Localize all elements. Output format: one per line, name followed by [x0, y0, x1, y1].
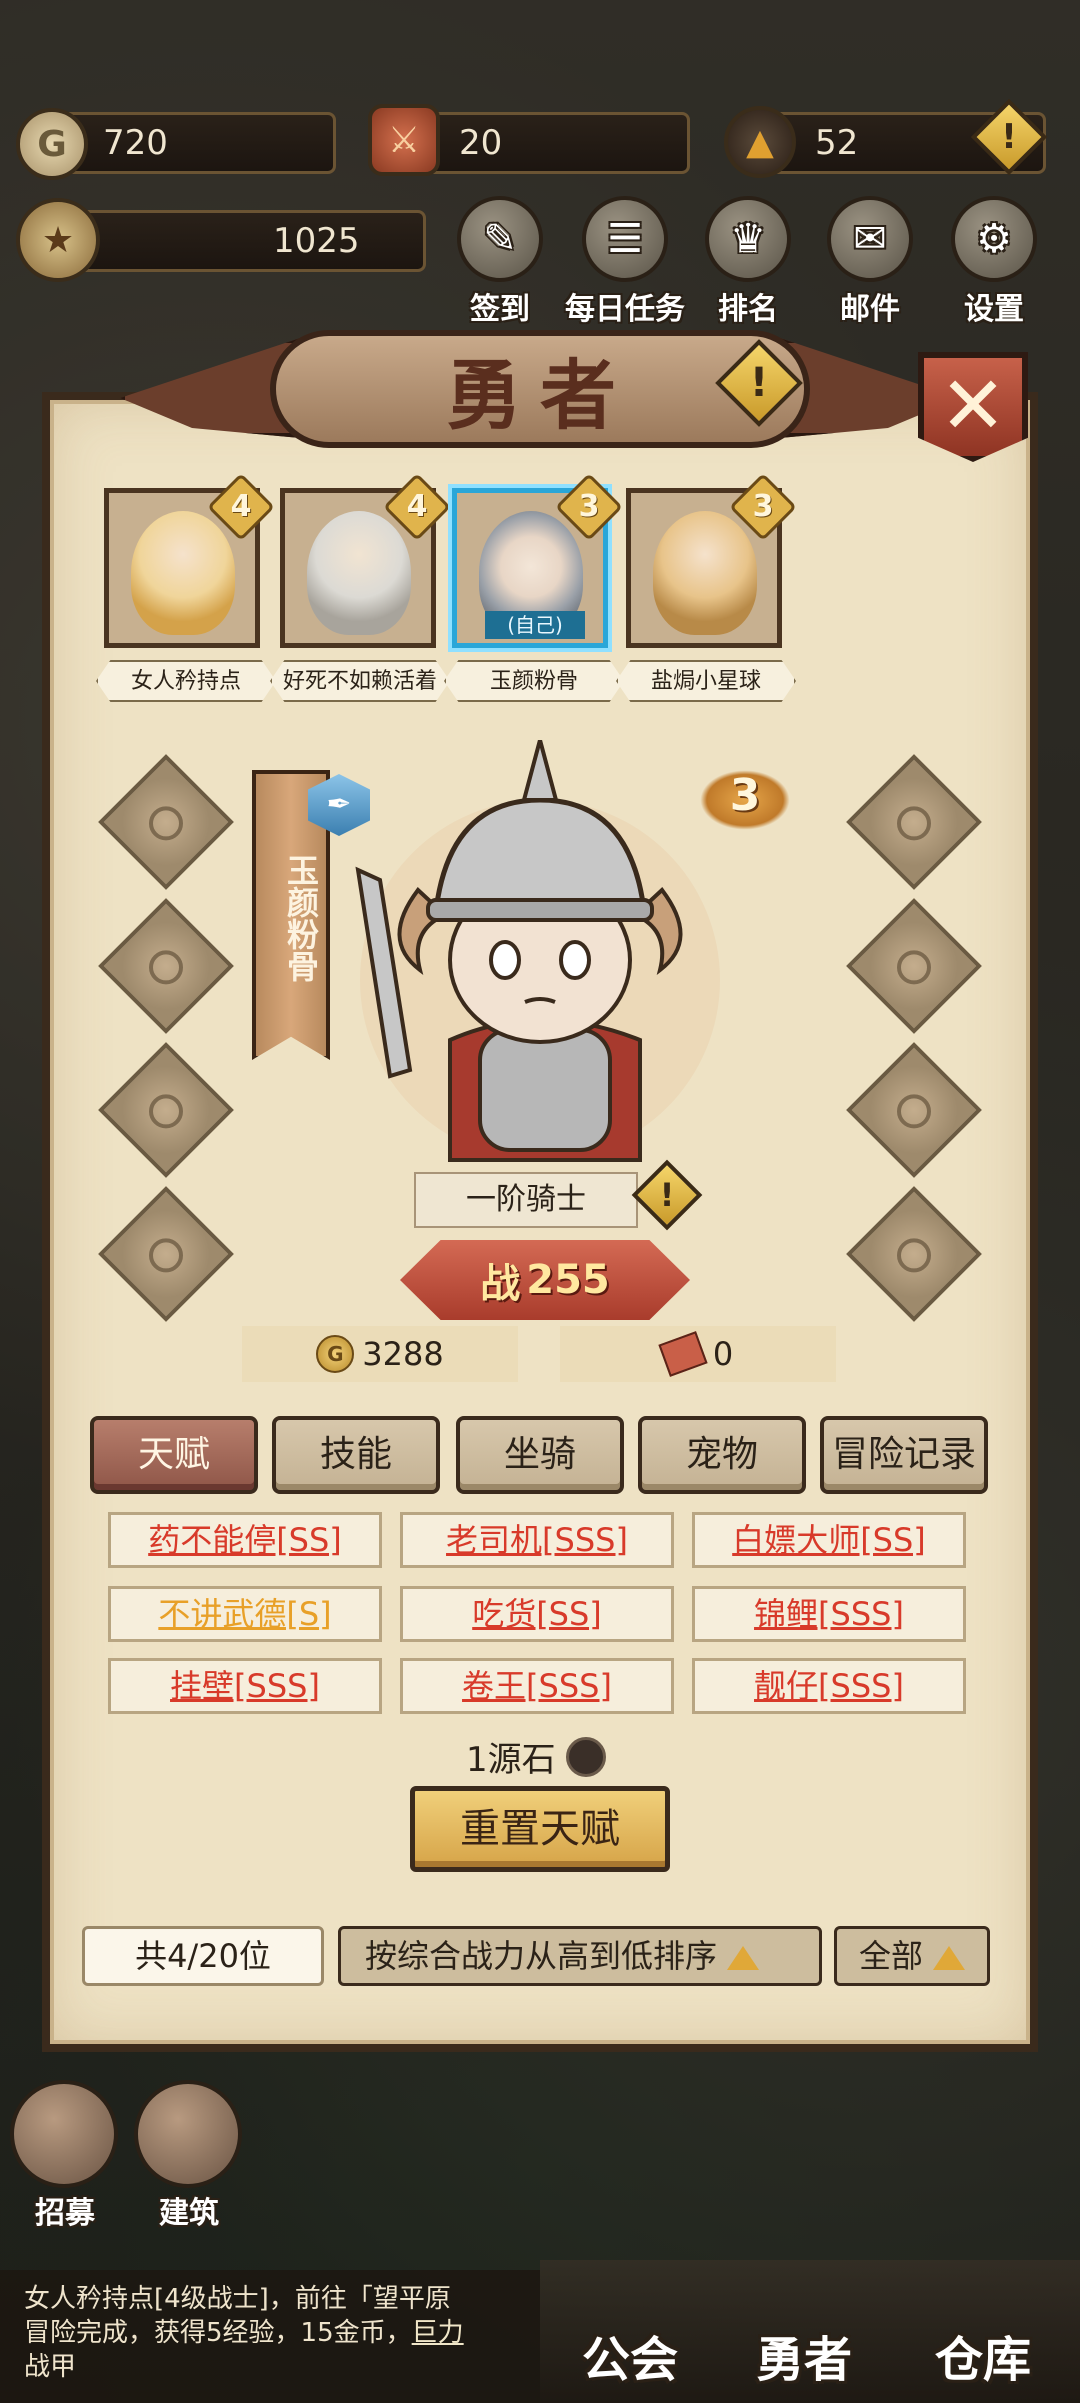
- tab-mount[interactable]: 坐骑: [456, 1416, 624, 1494]
- talent-item[interactable]: 白嫖大师[SS]: [692, 1512, 966, 1568]
- log-line: 战甲: [24, 2352, 77, 2382]
- power-value: 255: [526, 1257, 610, 1303]
- settings-label: 设置: [964, 292, 1024, 327]
- talent-item[interactable]: 靓仔[SSS]: [692, 1658, 966, 1714]
- tab-pet[interactable]: 宠物: [638, 1416, 806, 1494]
- hero-name-vertical: 玉颜粉骨: [282, 854, 320, 982]
- shield-badge-icon: ⚔: [368, 104, 440, 176]
- hero-card-2[interactable]: 4: [280, 473, 451, 648]
- hero-name-3[interactable]: 玉颜粉骨: [444, 660, 624, 702]
- talent-item[interactable]: 卷王[SSS]: [400, 1658, 674, 1714]
- sign-in-label: 签到: [470, 292, 530, 327]
- reset-cost: 1源石: [466, 1732, 606, 1781]
- adventure-log[interactable]: 女人矜持点[4级战士]，前往「望平原 冒险完成，获得5经验，15金币，巨力 战甲: [0, 2270, 540, 2403]
- source-stone-icon: ▲: [724, 106, 796, 178]
- reset-cost-label: 1源石: [466, 1740, 556, 1780]
- ranking-button[interactable]: ♛ 排名: [700, 196, 796, 328]
- nav-guild[interactable]: 公会: [560, 2320, 700, 2390]
- hero-name-4[interactable]: 盐焗小星球: [616, 660, 796, 702]
- daily-quest-button[interactable]: ☰ 每日任务: [560, 196, 690, 328]
- gold-coin-icon: G: [16, 108, 88, 180]
- talent-item[interactable]: 锦鲤[SSS]: [692, 1586, 966, 1642]
- daily-quest-label: 每日任务: [565, 292, 685, 327]
- talent-item[interactable]: 老司机[SSS]: [400, 1512, 674, 1568]
- self-tag: (自己): [485, 611, 585, 639]
- mail-label: 邮件: [840, 292, 900, 327]
- badge-value: 20: [459, 123, 503, 163]
- power-label: 战: [480, 1261, 521, 1307]
- filter-arrow-icon: [933, 1946, 965, 1970]
- hero-ticket-stat: 0: [560, 1326, 836, 1382]
- gold-value: 720: [103, 123, 168, 163]
- hero-name-1[interactable]: 女人矜持点: [96, 660, 276, 702]
- hero-ticket-value: 0: [712, 1335, 734, 1373]
- build-label: 建筑: [159, 2196, 219, 2231]
- nav-heroes[interactable]: 勇者: [734, 2320, 874, 2390]
- build-button[interactable]: 建筑: [134, 2080, 244, 2232]
- hero-figure: [355, 740, 720, 1162]
- hero-portrait: [131, 511, 235, 635]
- castle-icon: [134, 2080, 242, 2188]
- hero-name-2[interactable]: 好死不如赖活着: [270, 660, 450, 702]
- ticket-icon: [658, 1331, 708, 1377]
- ranking-label: 排名: [718, 292, 778, 327]
- tab-talent[interactable]: 天赋: [90, 1416, 258, 1494]
- rank-value: 1025: [273, 221, 360, 261]
- hero-portrait: [307, 511, 411, 635]
- hero-card-1[interactable]: 4: [104, 473, 275, 648]
- recruit-button[interactable]: 招募: [10, 2080, 120, 2232]
- hero-gold-stat: G 3288: [242, 1326, 518, 1382]
- sort-label: 按综合战力从高到低排序: [365, 1937, 718, 1975]
- nav-warehouse[interactable]: 仓库: [908, 2320, 1058, 2390]
- hero-class: 一阶骑士: [414, 1172, 638, 1228]
- talent-item[interactable]: 药不能停[SS]: [108, 1512, 382, 1568]
- stone-value: 52: [815, 123, 859, 163]
- tab-skill[interactable]: 技能: [272, 1416, 440, 1494]
- log-line: 冒险完成，获得5经验，15金币，巨力: [24, 2318, 464, 2348]
- talent-item[interactable]: 不讲武德[S]: [108, 1586, 382, 1642]
- sort-arrow-icon: [727, 1946, 760, 1970]
- daily-quest-icon: ☰: [582, 196, 668, 282]
- source-stone-icon: [565, 1736, 606, 1777]
- talent-item[interactable]: 吃货[SS]: [400, 1586, 674, 1642]
- hero-card-4[interactable]: 3: [626, 473, 797, 648]
- badge-bar: 20: [400, 112, 690, 174]
- tab-adventure-log[interactable]: 冒险记录: [820, 1416, 988, 1494]
- hero-portrait: [653, 511, 757, 635]
- sort-button[interactable]: 按综合战力从高到低排序: [338, 1926, 822, 1986]
- filter-label: 全部: [858, 1937, 923, 1975]
- gold-coin-icon: G: [316, 1335, 355, 1373]
- recruit-tent-icon: [10, 2080, 118, 2188]
- reset-talent-button[interactable]: 重置天赋: [410, 1786, 670, 1872]
- hero-card-3[interactable]: 3 (自己): [452, 473, 623, 648]
- settings-gear-icon: ⚙: [951, 196, 1037, 282]
- rank-laurel-icon: ★: [16, 198, 100, 282]
- talent-item[interactable]: 挂壁[SSS]: [108, 1658, 382, 1714]
- hero-rank-badge: 3: [700, 770, 790, 830]
- log-line: 女人矜持点[4级战士]，前往「望平原: [24, 2284, 451, 2314]
- recruit-label: 招募: [35, 2196, 95, 2231]
- log-link[interactable]: 巨力: [412, 2318, 464, 2348]
- hero-count: 共4/20位: [82, 1926, 324, 1986]
- filter-all-button[interactable]: 全部: [834, 1926, 990, 1986]
- hero-gold-value: 3288: [362, 1335, 444, 1373]
- sign-in-button[interactable]: ✎ 签到: [452, 196, 548, 328]
- combat-power: 战 255: [400, 1240, 690, 1320]
- ranking-icon: ♛: [705, 196, 791, 282]
- settings-button[interactable]: ⚙ 设置: [946, 196, 1042, 328]
- mail-icon: ✉: [827, 196, 913, 282]
- sign-in-icon: ✎: [457, 196, 543, 282]
- mail-button[interactable]: ✉ 邮件: [822, 196, 918, 328]
